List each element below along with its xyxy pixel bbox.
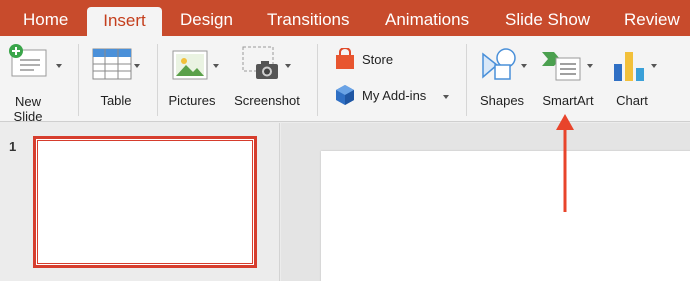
screenshot-button[interactable]: Screenshot	[230, 40, 306, 120]
shapes-button[interactable]: Shapes	[474, 40, 532, 120]
slide-thumbnail-pane: 1	[0, 123, 280, 281]
tab-slide-show[interactable]: Slide Show	[505, 0, 590, 36]
store-icon	[336, 48, 354, 69]
pictures-dropdown-icon[interactable]	[213, 64, 219, 68]
shapes-label: Shapes	[479, 93, 525, 108]
group-separator	[466, 44, 467, 116]
table-label: Table	[100, 93, 132, 108]
my-addins-button[interactable]: My Add-ins	[332, 82, 454, 108]
new-slide-icon	[9, 44, 47, 77]
shapes-dropdown-icon[interactable]	[521, 64, 527, 68]
smartart-icon	[542, 52, 581, 81]
slide-editor-area	[281, 123, 690, 281]
store-button[interactable]: Store	[332, 46, 410, 72]
tab-insert[interactable]: Insert	[87, 7, 162, 36]
chart-icon	[614, 52, 644, 81]
table-dropdown-icon[interactable]	[134, 64, 140, 68]
store-label: Store	[362, 52, 394, 67]
tab-transitions[interactable]: Transitions	[267, 0, 350, 36]
slide-canvas[interactable]	[321, 151, 690, 281]
smartart-label: SmartArt	[542, 93, 594, 108]
chart-label: Chart	[616, 93, 648, 108]
table-icon	[92, 48, 132, 80]
tab-animations[interactable]: Animations	[385, 0, 469, 36]
smartart-dropdown-icon[interactable]	[587, 64, 593, 68]
pictures-icon	[172, 50, 208, 80]
group-separator	[78, 44, 79, 116]
screenshot-dropdown-icon[interactable]	[285, 64, 291, 68]
my-addins-dropdown-icon[interactable]	[443, 95, 449, 99]
screenshot-label: Screenshot	[234, 93, 300, 108]
new-slide-button[interactable]: New Slide	[6, 40, 68, 124]
screenshot-icon	[242, 46, 278, 79]
slide-number: 1	[9, 139, 17, 154]
group-separator	[157, 44, 158, 116]
new-slide-dropdown-icon[interactable]	[56, 64, 62, 68]
shapes-icon	[482, 48, 516, 80]
group-separator	[317, 44, 318, 116]
pictures-button[interactable]: Pictures	[166, 40, 226, 120]
smartart-button[interactable]: SmartArt	[536, 40, 602, 120]
pictures-label: Pictures	[168, 93, 216, 108]
tab-design[interactable]: Design	[180, 0, 233, 36]
annotation-arrow-icon	[556, 114, 574, 212]
insert-ribbon: New Slide Table Pictures Screenshot Stor…	[0, 36, 690, 124]
table-button[interactable]: Table	[88, 40, 152, 120]
ribbon-tab-bar: Home Insert Design Transitions Animation…	[0, 0, 690, 36]
slide-thumbnail-selected[interactable]	[33, 136, 257, 268]
chart-dropdown-icon[interactable]	[651, 64, 657, 68]
my-addins-label: My Add-ins	[362, 88, 427, 103]
my-addins-icon	[336, 85, 354, 105]
tab-home[interactable]: Home	[23, 0, 68, 36]
tab-review[interactable]: Review	[624, 0, 680, 36]
new-slide-label-line2: Slide	[13, 109, 43, 124]
chart-button[interactable]: Chart	[606, 40, 662, 120]
new-slide-label-line1: New	[14, 94, 41, 109]
